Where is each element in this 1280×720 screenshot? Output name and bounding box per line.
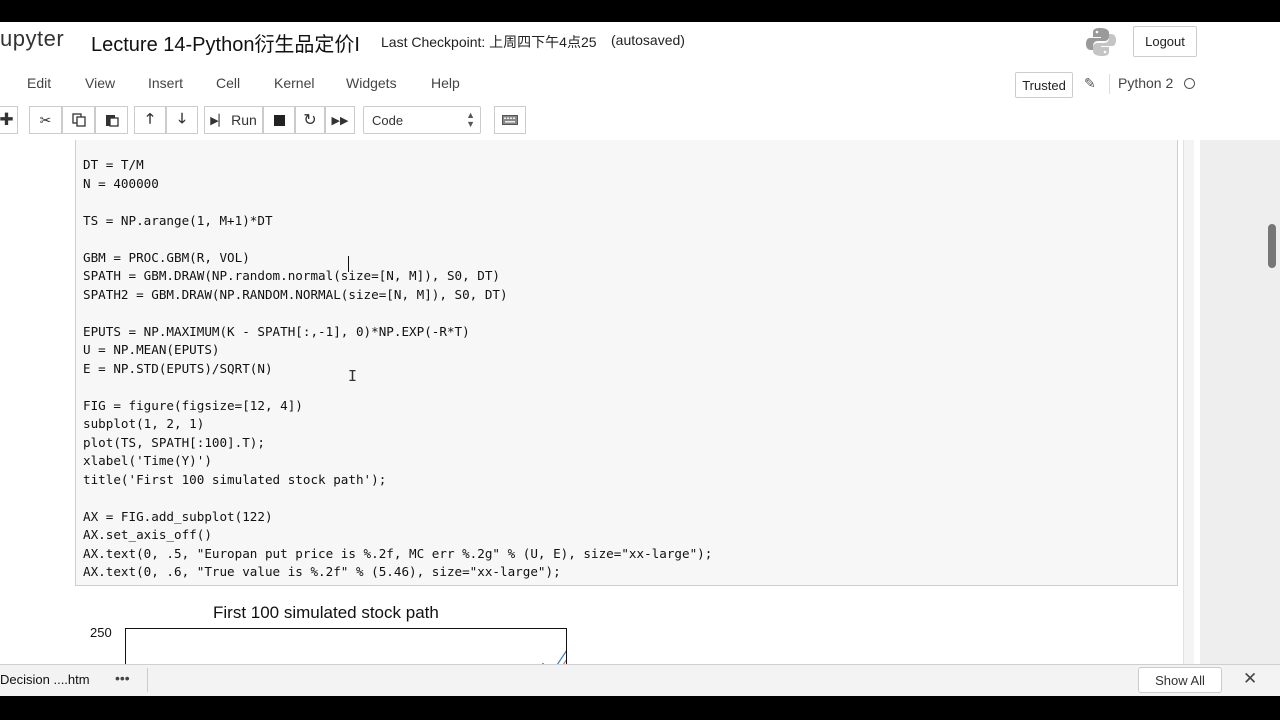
code-line: SPATH = GBM.DRAW(NP.random.normal(size=[…	[83, 268, 501, 283]
run-button[interactable]: ▶▏ Run	[204, 106, 263, 134]
notebook-scroll-area[interactable]: DT = T/M N = 400000 TS = NP.arange(1, M+1)…	[0, 140, 1280, 664]
plot-title: First 100 simulated stock path	[213, 603, 439, 622]
kernel-idle-icon	[1184, 78, 1195, 89]
bottom-letterbox	[0, 696, 1280, 720]
code-lines: DT = T/M N = 400000 TS = NP.arange(1, M+1)…	[83, 156, 712, 582]
keyboard-icon	[502, 115, 518, 125]
arrow-up-icon: 🡑	[146, 110, 154, 126]
menu-view[interactable]: View	[85, 75, 115, 91]
scissors-icon: ✂	[39, 111, 52, 128]
code-line: AX.text(0, .6, "True value is %.2f" % (5…	[83, 564, 561, 579]
code-line: title('First 100 simulated stock path');	[83, 471, 387, 487]
code-line: FIG = figure(figsize=[12, 4])	[83, 397, 303, 413]
code-line: plot(TS, SPATH[:100].T);	[83, 434, 265, 450]
code-line: N = 400000	[83, 175, 159, 191]
refresh-icon: ↻	[303, 112, 317, 129]
code-line: GBM = PROC.GBM(R, VOL)	[83, 249, 250, 265]
menu-help[interactable]: Help	[431, 75, 460, 91]
interrupt-button[interactable]	[263, 106, 295, 134]
move-up-button[interactable]: 🡑	[134, 106, 166, 134]
more-options-icon[interactable]: •••	[115, 670, 130, 686]
restart-button[interactable]: ↻	[295, 106, 325, 134]
y-tick-label: 250	[90, 625, 112, 640]
step-forward-icon: ▶▏	[210, 114, 228, 127]
code-cell-editor[interactable]: DT = T/M N = 400000 TS = NP.arange(1, M+1)…	[75, 140, 1178, 586]
kernel-name: Python 2	[1118, 75, 1174, 91]
python-logo-icon	[1086, 28, 1116, 56]
move-down-button[interactable]: 🡓	[166, 106, 198, 134]
cell-type-select[interactable]: Code ▲ ▼	[363, 106, 481, 134]
autosave-status: (autosaved)	[611, 32, 685, 48]
menu-cell[interactable]: Cell	[216, 75, 240, 91]
stop-icon	[273, 114, 285, 126]
text-caret	[348, 256, 349, 272]
toolbar: ✚ ✂ 🡑 🡓 ▶▏ Run ↻ ▶▶ Code ▲ ▼	[0, 104, 1280, 136]
arrow-down-icon: 🡓	[178, 110, 186, 126]
menu-insert[interactable]: Insert	[148, 75, 183, 91]
download-divider	[147, 668, 148, 692]
top-letterbox	[0, 0, 1280, 22]
menu-kernel[interactable]: Kernel	[274, 75, 314, 91]
code-line: SPATH2 = GBM.DRAW(NP.RANDOM.NORMAL(size=…	[83, 286, 508, 302]
checkpoint-status: Last Checkpoint: 上周四下午4点25	[381, 34, 597, 50]
show-all-button[interactable]: Show All	[1138, 667, 1222, 693]
plot-axes-frame	[125, 628, 567, 664]
code-line: subplot(1, 2, 1)	[83, 416, 205, 431]
pencil-icon[interactable]: ✎	[1084, 75, 1096, 92]
download-item[interactable]: Decision ....htm	[0, 672, 90, 687]
menu-widgets[interactable]: Widgets	[346, 75, 397, 91]
kernel-divider	[1109, 74, 1110, 94]
cell-output: First 100 simulated stock path 250	[75, 595, 1178, 664]
code-line: TS = NP.arange(1, M+1)*DT	[83, 212, 273, 228]
cell-type-value: Code	[372, 113, 404, 128]
menu-edit[interactable]: Edit	[27, 75, 51, 91]
plus-icon: ✚	[0, 110, 14, 129]
code-line: DT = T/M	[83, 157, 144, 172]
fast-forward-icon: ▶▶	[331, 114, 349, 127]
cut-button[interactable]: ✂	[29, 106, 62, 134]
restart-run-all-button[interactable]: ▶▶	[325, 106, 355, 134]
code-line: AX.set_axis_off()	[83, 527, 212, 542]
command-palette-button[interactable]	[494, 106, 526, 134]
code-line: AX = FIG.add_subplot(122)	[83, 508, 273, 524]
notebook-page: DT = T/M N = 400000 TS = NP.arange(1, M+1)…	[0, 140, 1200, 664]
paste-button[interactable]	[95, 106, 128, 134]
ibeam-cursor-icon: I	[348, 367, 358, 385]
notebook-title[interactable]: Lecture 14-Python衍生品定价I	[91, 28, 360, 57]
trusted-indicator[interactable]: Trusted	[1015, 72, 1073, 98]
run-label: Run	[231, 112, 257, 128]
copy-button[interactable]	[62, 106, 95, 134]
select-arrows-icon: ▲ ▼	[466, 110, 475, 129]
code-line: E = NP.STD(EPUTS)/SQRT(N)	[83, 360, 273, 376]
notebook-header: upyter Lecture 14-Python衍生品定价I Last Chec…	[0, 22, 1280, 62]
paste-icon	[105, 115, 119, 127]
copy-icon	[71, 113, 86, 127]
code-line: xlabel('Time(Y)')	[83, 453, 212, 468]
jupyter-logo[interactable]: upyter	[0, 26, 64, 52]
add-cell-button[interactable]: ✚	[0, 106, 18, 134]
code-line: AX.text(0, .5, "Europan put price is %.2…	[83, 545, 713, 561]
download-bar: Decision ....htm ••• Show All ✕	[0, 664, 1280, 696]
window-scrollbar-thumb[interactable]	[1268, 224, 1276, 268]
code-line: EPUTS = NP.MAXIMUM(K - SPATH[:,-1], 0)*N…	[83, 323, 470, 339]
close-icon[interactable]: ✕	[1243, 669, 1257, 689]
logout-button[interactable]: Logout	[1133, 26, 1197, 57]
notebook-scrollbar[interactable]	[1183, 140, 1194, 664]
code-line: U = NP.MEAN(EPUTS)	[83, 342, 220, 357]
